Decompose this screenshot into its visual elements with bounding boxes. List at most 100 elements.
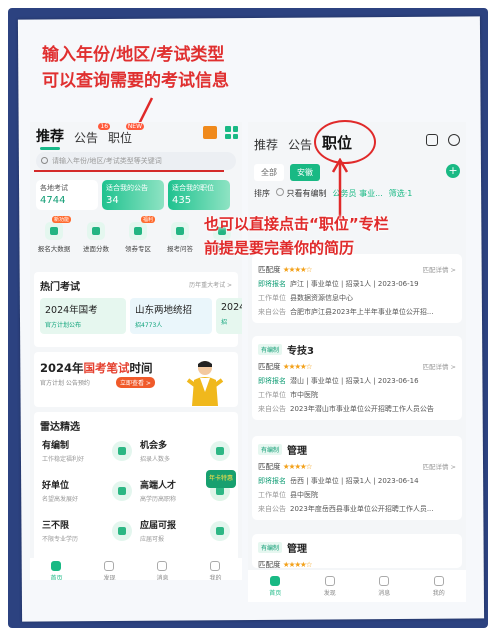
tab-position[interactable]: 职位 NEW (108, 123, 145, 146)
tab-announcement-label: 公告 (74, 131, 99, 145)
hot-card[interactable]: 2024年国考 官方计划公布 (40, 298, 126, 334)
match-detail-link[interactable]: 匹配详情 > (422, 361, 456, 371)
radar-item[interactable]: 有编制 工作稳定福利好 (42, 438, 136, 470)
row-key: 来自公告 (258, 308, 286, 316)
job-card[interactable]: 有编制 管理 匹配度 ★★★★☆ (252, 534, 462, 569)
job-header: 有编制 管理 (258, 540, 456, 555)
bianzhi-badge: 有编制 (258, 344, 283, 355)
quick-item-qa[interactable]: 报考问答 (160, 222, 200, 253)
job-card[interactable]: 有编制 管理 匹配度 ★★★★☆ 匹配详情 > 即将报名 岳西 | 事业单位 | 招录… (252, 436, 462, 520)
hot-card[interactable]: 山东两地统招 招4773人 (130, 298, 212, 334)
user-icon (433, 575, 444, 586)
nav-mine[interactable]: 我的 (209, 560, 222, 580)
match-row: 匹配度 ★★★★☆ 匹配详情 > (258, 461, 456, 472)
exam-time-banner[interactable]: 2024年国考笔试时间 官方计划 公告预约 立即查看 > (34, 352, 238, 407)
match-detail-link[interactable]: 匹配详情 > (422, 461, 456, 471)
nav-label: 发现 (323, 589, 336, 597)
job-row: 即将报名 岳西 | 事业单位 | 招录1人 | 2023-06-14 (258, 476, 456, 486)
stat-my-positions[interactable]: 适合我的职位 435 (168, 180, 230, 210)
tab-announcement[interactable]: 公告 16 (74, 123, 111, 146)
star-rating-icon: ★★★★☆ (282, 265, 313, 274)
quick-item-coupons[interactable]: 福利 领券专区 (118, 216, 158, 253)
right-header-icons (426, 134, 460, 146)
quick-item-bigdata[interactable]: 新功能 报名大数据 (34, 216, 74, 253)
nav-discover[interactable]: 发现 (103, 560, 116, 581)
tab-announcement[interactable]: 公告 (288, 136, 312, 153)
nav-home[interactable]: 首页 (269, 575, 282, 597)
promo-badge[interactable]: 年卡特惠 (206, 470, 236, 488)
search-icon[interactable] (448, 134, 460, 146)
job-row: 工作单位 县数据资源信息中心 (258, 293, 456, 303)
match-label: 匹配度 (258, 462, 281, 471)
row-key: 即将报名 (258, 280, 286, 288)
banner-sub: 官方计划 公告预约 (40, 380, 90, 387)
tab-recommend[interactable]: 推荐 (36, 126, 64, 150)
home-icon (270, 575, 281, 586)
radar-item[interactable]: 机会多 招录人数多 (140, 438, 234, 470)
user-icon (210, 560, 221, 571)
tab-recommend[interactable]: 推荐 (254, 136, 278, 153)
stat-my-announcements[interactable]: 适合我的公告 34 (102, 180, 164, 210)
nav-home[interactable]: 首页 (50, 560, 63, 580)
stat-label: 适合我的公告 (106, 184, 148, 192)
briefcase-icon[interactable] (426, 134, 438, 146)
gift-icon[interactable] (203, 126, 217, 139)
match-label: 匹配度 (258, 265, 281, 274)
stat-value: 435 (172, 195, 192, 206)
row-value: 合肥市庐江县2023年上半年事业单位公开招... (290, 308, 434, 316)
search-placeholder: 请输入年份/地区/考试类型等关键词 (52, 157, 162, 165)
search-input[interactable]: 请输入年份/地区/考试类型等关键词 (36, 152, 236, 170)
quick-item-scores[interactable]: 进面分数 (76, 222, 116, 253)
stats-row: 各地考试 4744 适合我的公告 34 适合我的职位 435 (36, 180, 230, 210)
filter-bar: 排序 只看有编制 公务员 事业... 筛选·1 (254, 188, 464, 199)
stat-all-exams[interactable]: 各地考试 4744 (36, 180, 98, 210)
quick-label: 报名大数据 (37, 245, 71, 253)
target-icon (210, 441, 230, 461)
radar-item[interactable]: 三不限 不限专业学历 (42, 518, 136, 550)
hot-card-name: 山东两地统招 (135, 305, 193, 316)
row-key: 即将报名 (258, 377, 286, 385)
job-row: 工作单位 市中医院 (258, 390, 456, 400)
radar-item[interactable]: 应届可报 应届可报 (140, 518, 234, 550)
left-header-icons (203, 126, 238, 139)
sort-dropdown[interactable]: 排序 (254, 188, 270, 199)
quick-label: 进面分数 (83, 245, 109, 253)
radio-icon (276, 188, 284, 196)
top-annotation-line2: 可以查询需要的考试信息 (42, 71, 229, 91)
nav-label: 首页 (269, 589, 282, 597)
search-icon (41, 157, 48, 164)
radar-item[interactable]: 好单位 名望高发展好 (42, 478, 136, 510)
nav-mine[interactable]: 我的 (433, 575, 445, 597)
chip-anhui[interactable]: 安徽 (290, 164, 320, 181)
add-region-button[interactable]: + (446, 164, 460, 178)
row-value: 县中医院 (290, 491, 318, 499)
stat-label: 各地考试 (40, 184, 68, 192)
left-bottom-nav: 首页 发现 消息 我的 (30, 558, 242, 580)
apps-grid-icon[interactable] (225, 126, 238, 139)
right-bottom-nav: 首页 发现 消息 我的 (248, 570, 466, 602)
star-rating-icon: ★★★★☆ (282, 560, 313, 569)
hot-card[interactable]: 2024 招 (216, 298, 242, 334)
right-annotation: 也可以直接点击“职位”专栏 前提是要完善你的简历 (204, 212, 484, 260)
chip-all[interactable]: 全部 (254, 164, 284, 181)
nav-label: 发现 (103, 574, 116, 581)
job-row: 来自公告 2023年度岳西县事业单位公开招聘工作人员... (258, 504, 456, 514)
badge-icon (112, 441, 132, 461)
job-card[interactable]: 有编制 专技3 匹配度 ★★★★☆ 匹配详情 > 即将报名 潜山 | 事业单位 | 招… (252, 336, 462, 420)
hot-exams-more-link[interactable]: 历年重大考试 > (189, 280, 232, 289)
right-annotation-line2: 前提是要完善你的简历 (204, 239, 355, 257)
screen-filter-button[interactable]: 筛选·1 (389, 188, 413, 199)
match-label: 匹配度 (258, 560, 281, 569)
banner-highlight: 国考笔试 (83, 361, 130, 375)
job-row: 来自公告 2023年潜山市事业单位公开招聘工作人员公告 (258, 404, 456, 414)
row-value: 2023年潜山市事业单位公开招聘工作人员公告 (290, 405, 434, 413)
banner-view-button[interactable]: 立即查看 > (116, 377, 155, 388)
right-screen: 推荐 公告 职位 全部 安徽 + 排序 只看有编制 公务员 事业... 筛选·1… (248, 122, 466, 602)
nav-message[interactable]: 消息 (156, 560, 169, 580)
row-value: 潜山 | 事业单位 | 招录1人 | 2023-06-16 (290, 377, 419, 385)
nav-discover[interactable]: 发现 (323, 575, 336, 597)
only-bianzhi-toggle[interactable]: 只看有编制 (276, 188, 327, 199)
match-detail-link[interactable]: 匹配详情 > (422, 264, 456, 274)
nav-message[interactable]: 消息 (378, 575, 390, 597)
job-card[interactable]: 匹配度 ★★★★☆ 匹配详情 > 即将报名 庐江 | 事业单位 | 招录1人 | 2… (252, 254, 462, 323)
